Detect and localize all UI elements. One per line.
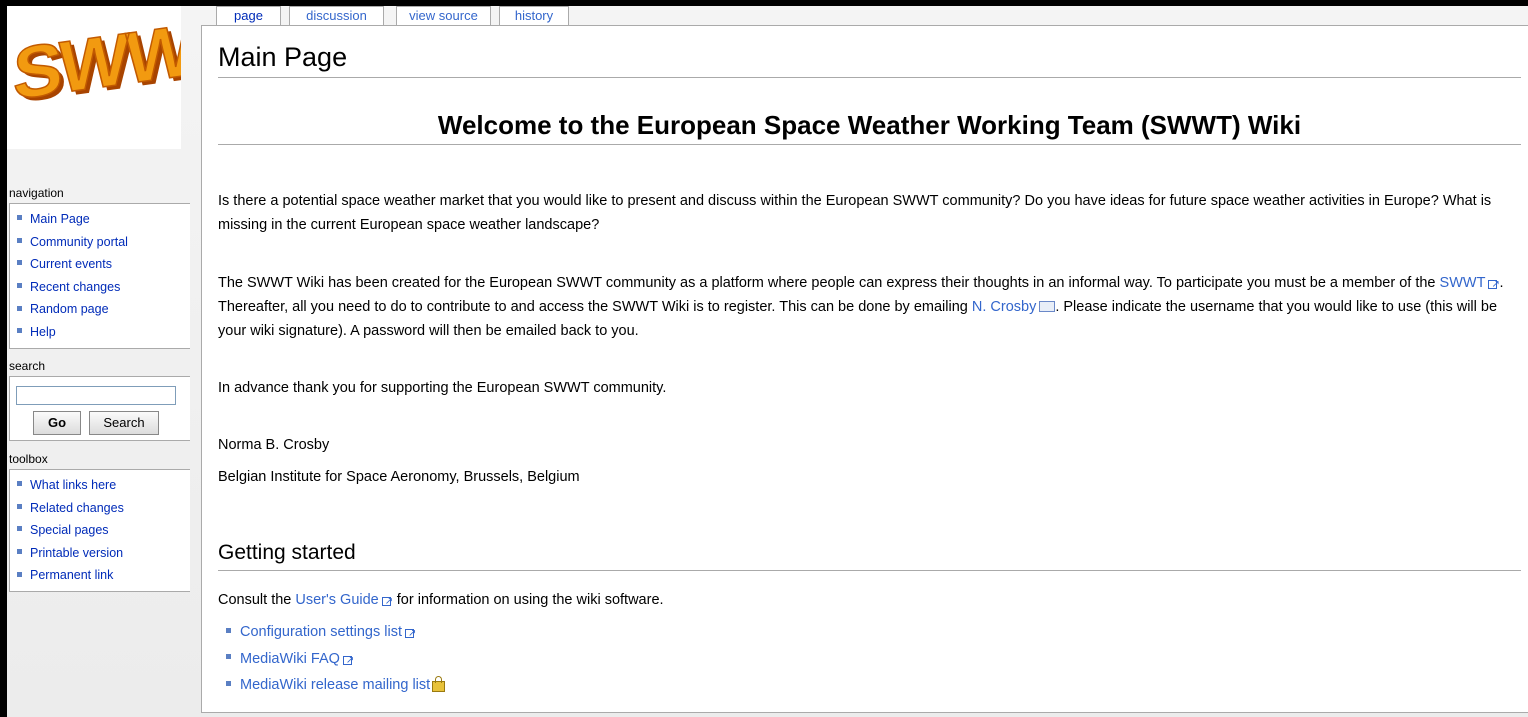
bullet-icon [17, 282, 22, 288]
mailing-list-link[interactable]: MediaWiki release mailing list [240, 677, 430, 693]
external-link-icon [381, 590, 393, 614]
signature-name: Norma B. Crosby [218, 437, 330, 453]
toolbox-item-what-links-here[interactable]: What links here [17, 474, 190, 497]
toolbox-title: toolbox [9, 452, 48, 466]
toolbox-item-permanent-link[interactable]: Permanent link [17, 564, 190, 587]
bullet-icon [17, 481, 22, 487]
tab-view-source[interactable]: view source [396, 6, 491, 25]
bullet-icon [17, 305, 22, 311]
bullet-icon [226, 680, 231, 686]
go-button[interactable]: Go [33, 411, 81, 435]
bullet-icon [226, 627, 231, 633]
site-logo[interactable]: SWWT SWWT [7, 2, 241, 149]
window-frame-left [0, 0, 7, 717]
bullet-icon [17, 503, 22, 509]
configuration-settings-link[interactable]: Configuration settings list [240, 624, 402, 640]
page-title: Main Page [218, 42, 348, 72]
bullet-icon [226, 654, 231, 660]
swwt-logo-icon: SWWT SWWT [7, 2, 241, 149]
getting-started-list: Configuration settings list MediaWiki FA… [226, 620, 446, 700]
sidebar-item-random-page[interactable]: Random page [17, 298, 190, 321]
title-divider [218, 77, 1521, 78]
n-crosby-email-link[interactable]: N. Crosby [972, 299, 1036, 315]
bullet-icon [17, 571, 22, 577]
search-input[interactable] [16, 386, 176, 405]
tab-page[interactable]: page [216, 6, 281, 26]
text: Consult the [218, 592, 296, 608]
list-item[interactable]: MediaWiki release mailing list [226, 673, 446, 700]
page-tabs: page discussion view source history [216, 6, 577, 26]
tab-history[interactable]: history [499, 6, 569, 25]
external-link-icon [1488, 273, 1500, 297]
external-link-icon [342, 649, 354, 673]
bullet-icon [17, 260, 22, 266]
sidebar-item-help[interactable]: Help [17, 321, 190, 344]
welcome-divider [218, 144, 1521, 145]
participation-paragraph: The SWWT Wiki has been created for the E… [218, 271, 1518, 343]
text: The SWWT Wiki has been created for the E… [218, 275, 1440, 291]
toolbox-item-special-pages[interactable]: Special pages [17, 519, 190, 542]
bullet-icon [17, 237, 22, 243]
getting-started-divider [218, 570, 1521, 571]
list-item[interactable]: MediaWiki FAQ [226, 647, 445, 674]
intro-paragraph: Is there a potential space weather marke… [218, 193, 1492, 233]
external-link-icon [405, 622, 416, 646]
toolbox-item-printable-version[interactable]: Printable version [17, 542, 190, 565]
toolbox-portlet: What links here Related changes Special … [9, 469, 190, 592]
sidebar-item-community-portal[interactable]: Community portal [17, 231, 190, 254]
welcome-heading: Welcome to the European Space Weather Wo… [437, 110, 1302, 140]
search-button[interactable]: Search [89, 411, 159, 435]
swwt-link[interactable]: SWWT [1440, 275, 1486, 291]
search-title: search [9, 359, 46, 373]
bullet-icon [17, 526, 22, 532]
signature-org: Belgian Institute for Space Aeronomy, Br… [218, 469, 580, 485]
sidebar-item-recent-changes[interactable]: Recent changes [17, 276, 190, 299]
tab-discussion[interactable]: discussion [289, 6, 384, 25]
list-item[interactable]: Configuration settings list [226, 620, 445, 647]
navigation-title: navigation [9, 186, 64, 200]
toolbox-item-related-changes[interactable]: Related changes [17, 497, 190, 520]
thanks-paragraph: In advance thank you for supporting the … [218, 380, 667, 396]
consult-paragraph: Consult the User's Guide for information… [218, 588, 1518, 614]
users-guide-link[interactable]: User's Guide [295, 592, 378, 608]
lock-icon [432, 675, 446, 692]
mediawiki-faq-link[interactable]: MediaWiki FAQ [240, 651, 340, 667]
bullet-icon [17, 215, 22, 221]
getting-started-heading: Getting started [218, 541, 356, 564]
navigation-portlet: Main Page Community portal Current event… [9, 203, 190, 349]
text: for information on using the wiki softwa… [392, 592, 664, 608]
email-icon [1039, 300, 1056, 312]
bullet-icon [17, 328, 22, 334]
sidebar-item-current-events[interactable]: Current events [17, 253, 190, 276]
bullet-icon [17, 548, 22, 554]
sidebar-item-main-page[interactable]: Main Page [17, 208, 190, 231]
